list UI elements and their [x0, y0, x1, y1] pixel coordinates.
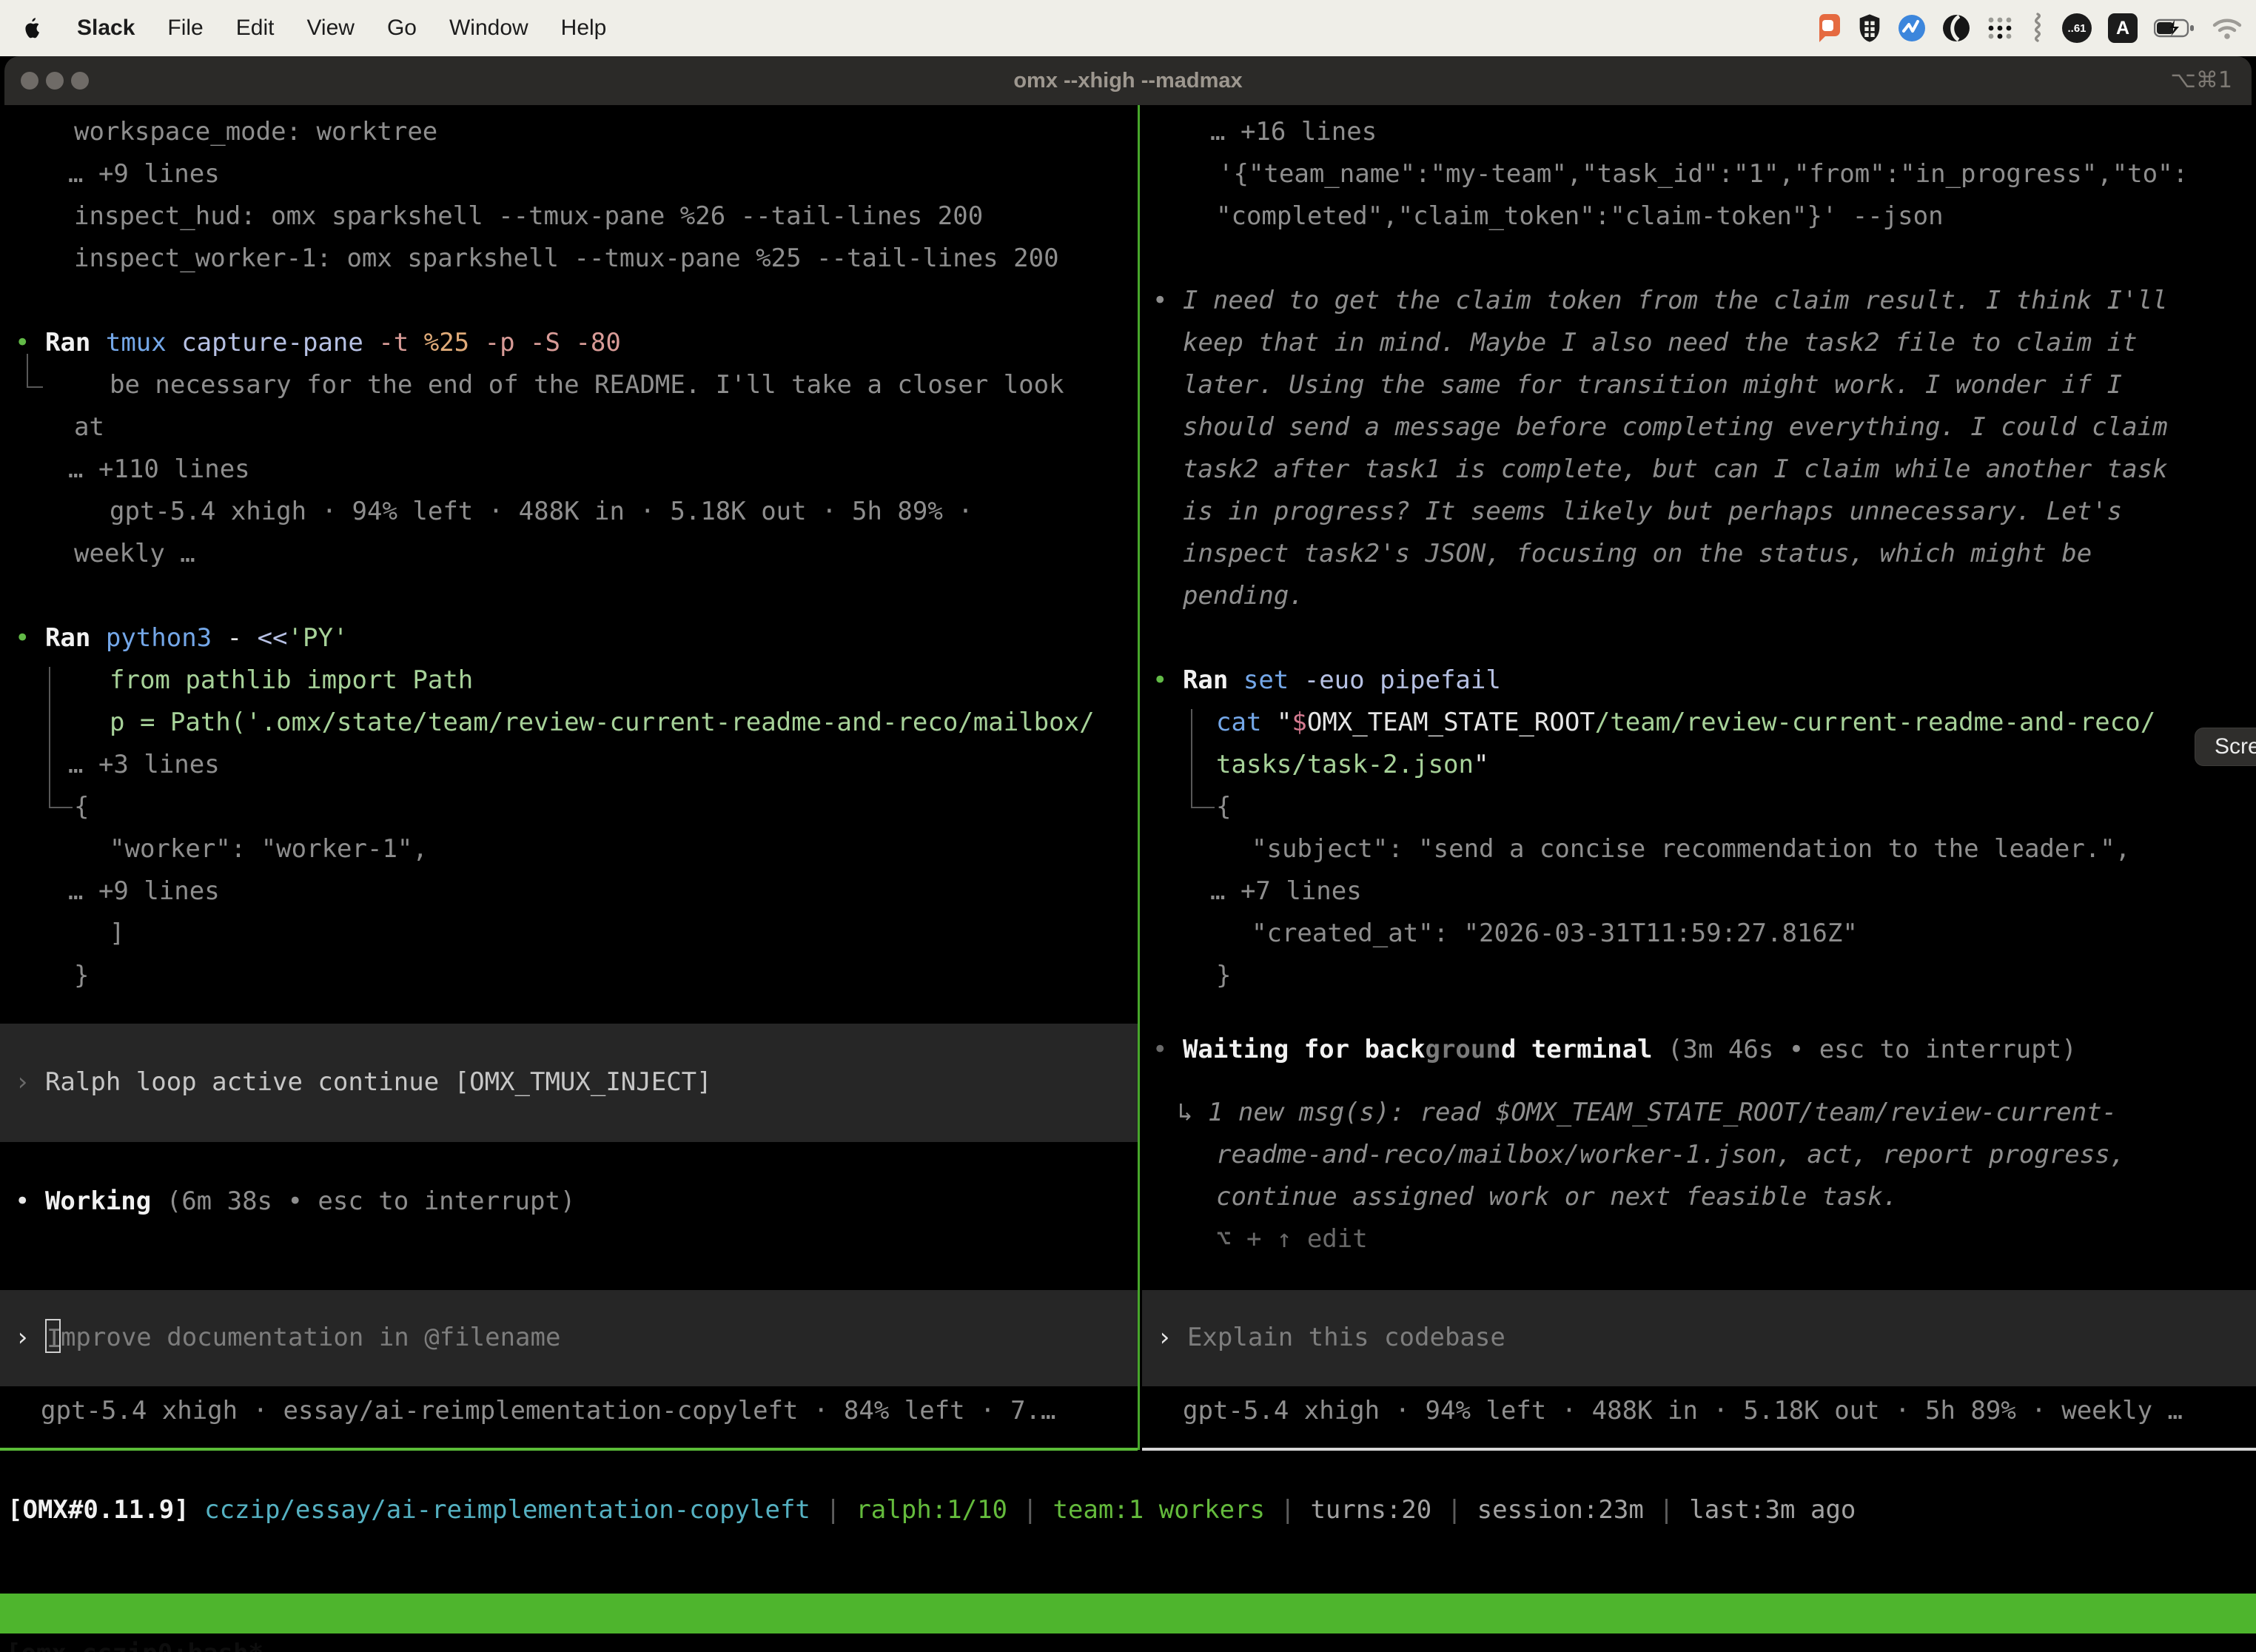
menu-item-help[interactable]: Help: [545, 16, 623, 40]
screen-overlay-tooltip: Scre: [2195, 728, 2256, 766]
menu-item-window[interactable]: Window: [433, 16, 545, 40]
menu-item-file[interactable]: File: [151, 16, 219, 40]
menu-items: FileEditViewGoWindowHelp: [151, 16, 622, 41]
app-menu-slack[interactable]: Slack: [61, 16, 151, 41]
menu-bar-status-icons: ..61 A: [1813, 11, 2256, 45]
timer-badge-icon[interactable]: ..61: [2062, 11, 2092, 45]
pane-divider: [1138, 105, 1140, 1450]
menu-bar-left: Slack FileEditViewGoWindowHelp: [0, 16, 622, 41]
moon-icon[interactable]: [1942, 11, 1970, 45]
shield-grid-icon[interactable]: [1858, 11, 1881, 45]
tmux-status-bar: [omx-cczip0:bash* "MacBook-Pro-44.local"…: [0, 1594, 2256, 1633]
menu-item-edit[interactable]: Edit: [220, 16, 291, 40]
menu-item-view[interactable]: View: [290, 16, 370, 40]
tmux-session-label: [omx-cczip0:bash*: [6, 1633, 263, 1652]
window-title: omx --xhigh --madmax: [4, 56, 2252, 105]
menu-bar: Slack FileEditViewGoWindowHelp ..61 A: [0, 0, 2256, 56]
status-strip[interactable]: [OMX#0.11.9] cczip/essay/ai-reimplementa…: [0, 0, 2256, 1652]
tooltip-label: Scre: [2215, 734, 2256, 759]
keyboard-layout-icon[interactable]: A: [2108, 11, 2138, 45]
wifi-icon[interactable]: [2212, 11, 2243, 45]
terminal-line: [OMX#0.11.9] cczip/essay/ai-reimplementa…: [7, 1489, 1856, 1531]
left-pane-bottom-border: [0, 1448, 1138, 1451]
menu-item-go[interactable]: Go: [371, 16, 433, 40]
squiggle-icon[interactable]: [2030, 11, 2046, 45]
chat-app-icon[interactable]: [1813, 11, 1842, 45]
window-title-bar: omx --xhigh --madmax ⌥⌘1: [4, 56, 2252, 105]
speed-monitor-icon[interactable]: [1898, 11, 1926, 45]
grid-dots-icon[interactable]: [1987, 11, 2013, 45]
apple-menu-icon[interactable]: [22, 16, 44, 41]
battery-charging-icon[interactable]: [2154, 11, 2195, 45]
window-shortcut-badge: ⌥⌘1: [2170, 56, 2232, 105]
right-pane-bottom-border: [1142, 1448, 2256, 1451]
